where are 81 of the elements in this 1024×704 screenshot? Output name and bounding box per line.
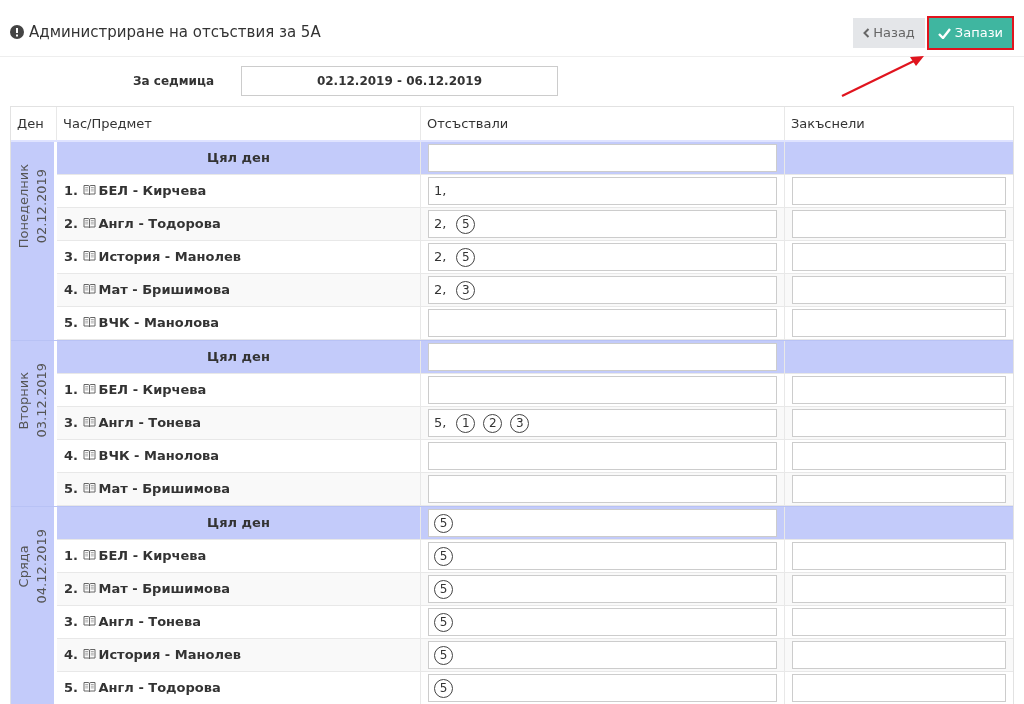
late-field[interactable] [792,674,1006,702]
lesson-label: 3. Англ - Тонева [64,613,201,632]
absent-field[interactable] [428,144,777,172]
whole-day-label: Цял ден [206,348,271,367]
late-field[interactable] [792,243,1006,271]
book-icon [82,316,96,329]
absent-field[interactable]: 5 [428,608,777,636]
absent-field[interactable] [428,475,777,503]
absent-field[interactable] [428,309,777,337]
absent-field[interactable] [428,343,777,371]
absent-field[interactable]: 1, [428,177,777,205]
absent-value: 2, [434,215,447,234]
absent-value: 2, [434,248,447,267]
late-field[interactable] [792,177,1006,205]
absent-field[interactable]: 5 [428,509,777,537]
book-icon [82,416,96,429]
book-icon [82,449,96,462]
absent-field[interactable]: 5 [428,575,777,603]
absent-field[interactable]: 2, 5 [428,210,777,238]
chevron-left-icon [863,28,871,38]
lesson-label: 1. БЕЛ - Кирчева [64,182,207,201]
lesson-label: 1. БЕЛ - Кирчева [64,381,207,400]
book-icon [82,582,96,595]
column-header: Закъснели [791,114,865,133]
late-field[interactable] [792,475,1006,503]
week-label: За седмица [132,73,215,90]
late-field[interactable] [792,575,1006,603]
absent-value: 1, [434,182,447,201]
late-field[interactable] [792,409,1006,437]
book-icon [82,648,96,661]
late-field[interactable] [792,276,1006,304]
absent-field[interactable]: 5, 1 2 3 [428,409,777,437]
book-icon [82,217,96,230]
lesson-label: 2. Англ - Тодорова [64,215,221,234]
late-field[interactable] [792,210,1006,238]
absent-field[interactable]: 2, 3 [428,276,777,304]
book-icon [82,549,96,562]
absent-field[interactable]: 5 [428,674,777,702]
day-label: Сряда 04.12.2019 [14,529,50,604]
book-icon [82,283,96,296]
absent-field[interactable]: 5 [428,641,777,669]
absent-value: 2, [434,281,447,300]
column-header: Час/Предмет [63,114,152,133]
day-label: Понеделник 02.12.2019 [14,164,50,249]
lesson-label: 5. Англ - Тодорова [64,679,221,698]
lesson-label: 5. Мат - Бришимова [64,480,230,499]
late-field[interactable] [792,309,1006,337]
book-icon [82,615,96,628]
whole-day-label: Цял ден [206,149,271,168]
book-icon [82,482,96,495]
book-icon [82,681,96,694]
lesson-label: 1. БЕЛ - Кирчева [64,547,207,566]
lesson-label: 4. ВЧК - Манолова [64,447,220,466]
lesson-label: 5. ВЧК - Манолова [64,314,220,333]
page-title: Администриране на отсъствия за 5А [29,21,321,43]
absent-value: 5, [434,414,447,433]
check-icon [937,27,951,39]
late-field[interactable] [792,542,1006,570]
lesson-label: 3. История - Манолев [64,248,241,267]
late-field[interactable] [792,376,1006,404]
book-icon [82,250,96,263]
absent-field[interactable] [428,376,777,404]
info-icon [10,25,24,39]
lesson-label: 4. История - Манолев [64,646,241,665]
book-icon [82,184,96,197]
column-header: Ден [17,114,44,133]
absent-field[interactable]: 5 [428,542,777,570]
late-field[interactable] [792,641,1006,669]
back-button[interactable]: Назад [853,18,925,48]
week-field[interactable]: 02.12.2019 - 06.12.2019 [241,66,558,96]
late-field[interactable] [792,608,1006,636]
day-label: Вторник 03.12.2019 [14,363,50,438]
lesson-label: 3. Англ - Тонева [64,414,201,433]
book-icon [82,383,96,396]
whole-day-label: Цял ден [206,514,271,533]
late-field[interactable] [792,442,1006,470]
column-header: Отсъствали [427,114,509,133]
absent-field[interactable]: 2, 5 [428,243,777,271]
lesson-label: 4. Мат - Бришимова [64,281,230,300]
lesson-label: 2. Мат - Бришимова [64,580,230,599]
absent-field[interactable] [428,442,777,470]
